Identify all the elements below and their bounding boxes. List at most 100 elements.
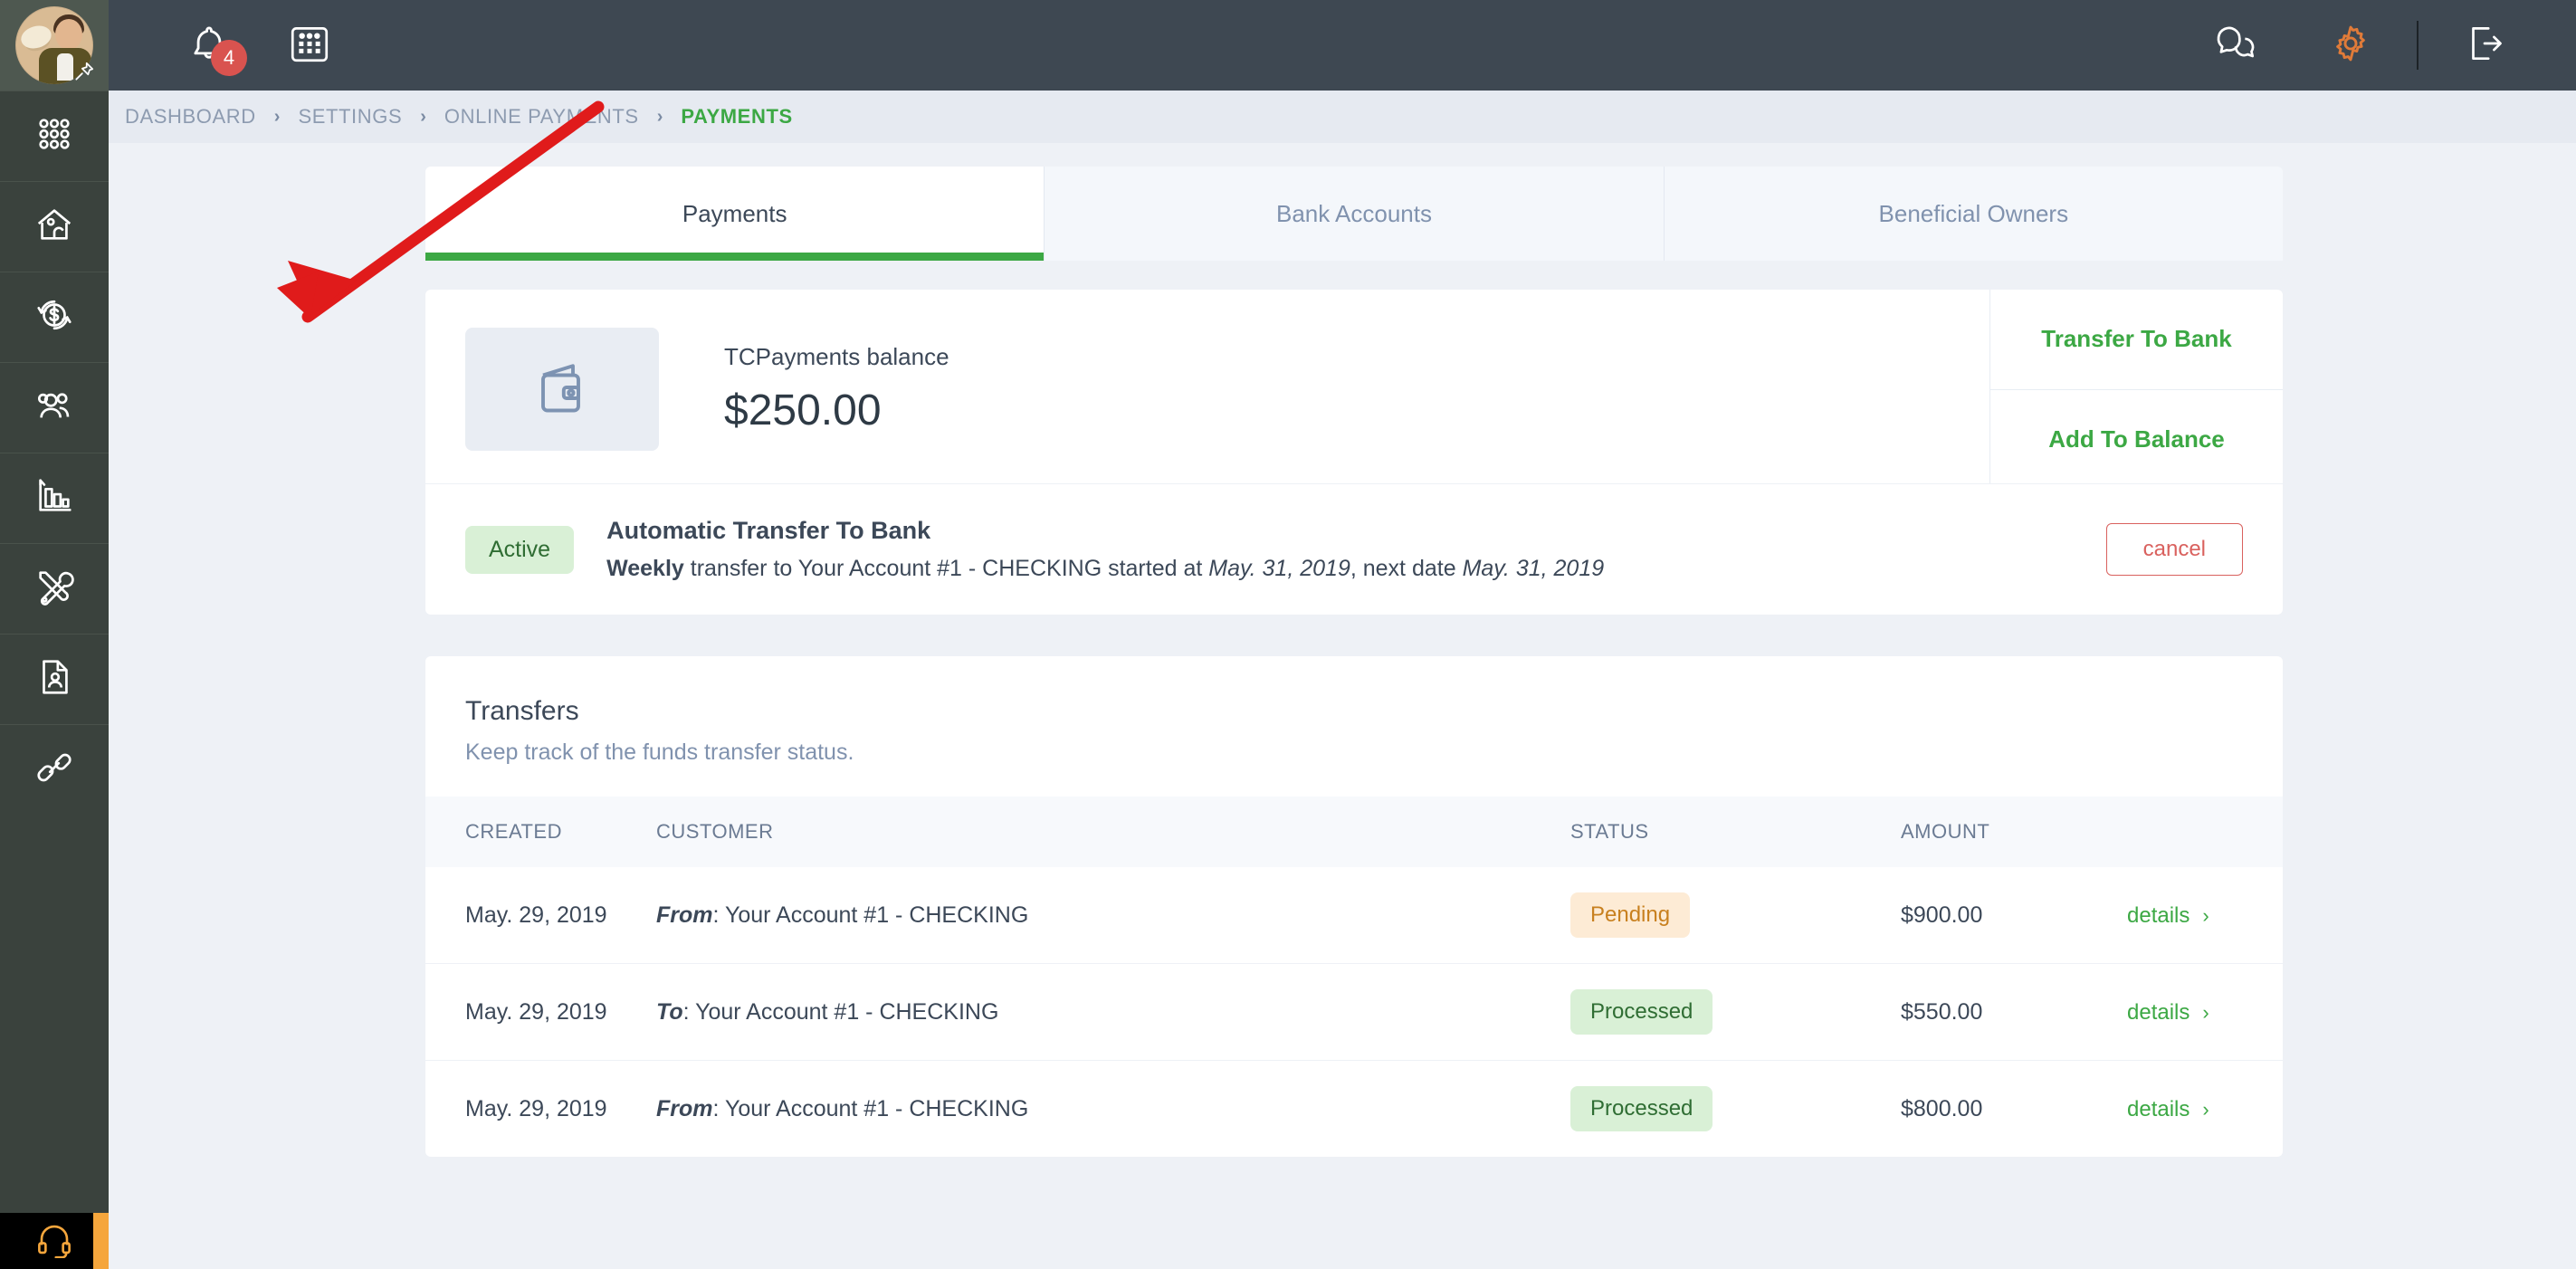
- breadcrumb-item-settings[interactable]: SETTINGS: [298, 105, 402, 129]
- status-badge: Pending: [1570, 892, 1691, 938]
- transfer-direction: From: [656, 902, 713, 928]
- users-icon: [33, 385, 75, 431]
- details-link[interactable]: details ›: [2127, 1097, 2209, 1122]
- gear-icon: [2328, 21, 2373, 71]
- column-header-status: STATUS: [1570, 820, 1649, 843]
- cell-amount: $550.00: [1901, 963, 2127, 1061]
- automatic-transfer-row: Active Automatic Transfer To Bank Weekly…: [425, 483, 2283, 615]
- tab-bank-accounts[interactable]: Bank Accounts: [1045, 167, 1665, 261]
- breadcrumb-item-payments: PAYMENTS: [681, 105, 793, 128]
- details-label: details: [2127, 999, 2190, 1025]
- link-chain-icon: [33, 747, 75, 793]
- table-row: May. 29, 2019 From: Your Account #1 - CHE…: [425, 867, 2283, 964]
- home-icon: [33, 204, 75, 250]
- transfers-subtitle: Keep track of the funds transfer status.: [465, 739, 854, 765]
- balance-amount: $250.00: [724, 386, 882, 434]
- document-user-icon: [33, 656, 75, 702]
- balance-actions: Transfer To Bank Add To Balance: [1989, 290, 2283, 489]
- transfer-desc-part2: , next date: [1350, 556, 1463, 581]
- status-badge-active: Active: [465, 525, 575, 574]
- transfer-direction: From: [656, 1095, 713, 1121]
- notifications-button[interactable]: 4: [186, 22, 247, 76]
- details-label: details: [2127, 902, 2190, 928]
- refund-dollar-icon: [33, 294, 75, 340]
- details-label: details: [2127, 1096, 2190, 1121]
- transfer-next-date: May. 31, 2019: [1462, 556, 1605, 581]
- left-sidebar: [0, 0, 109, 1269]
- tab-bank-accounts-label: Bank Accounts: [1275, 199, 1432, 227]
- details-link[interactable]: details ›: [2127, 903, 2209, 929]
- cell-status: Processed: [1570, 1061, 1901, 1158]
- tab-payments[interactable]: Payments: [425, 167, 1045, 261]
- topbar-divider: [2417, 21, 2419, 70]
- column-header-amount: AMOUNT: [1901, 820, 1990, 843]
- logout-icon: [2462, 21, 2507, 71]
- cell-details: details ›: [2127, 963, 2283, 1061]
- main-content: Payments Bank Accounts Beneficial Owners: [109, 143, 2576, 1269]
- cell-created: May. 29, 2019: [425, 963, 656, 1061]
- breadcrumb: DASHBOARD › SETTINGS › ONLINE PAYMENTS ›…: [109, 91, 2576, 143]
- add-to-balance-button[interactable]: Add To Balance: [1990, 390, 2283, 490]
- cancel-automatic-transfer-button[interactable]: cancel: [2105, 523, 2243, 576]
- column-header-details: [2127, 797, 2283, 867]
- sidebar-item-home[interactable]: [0, 181, 109, 272]
- balance-summary: TCPayments balance $250.00: [425, 290, 1989, 489]
- pushpin-icon[interactable]: [72, 60, 96, 83]
- cell-customer: From: Your Account #1 - CHECKING: [656, 867, 1570, 964]
- notification-count-badge: 4: [211, 40, 247, 76]
- column-header-customer: CUSTOMER: [656, 820, 774, 843]
- breadcrumb-item-online-payments[interactable]: ONLINE PAYMENTS: [444, 105, 639, 129]
- status-badge: Processed: [1570, 1086, 1713, 1131]
- chevron-right-icon: ›: [2202, 1097, 2209, 1121]
- sidebar-item-links[interactable]: [0, 724, 109, 815]
- breadcrumb-separator: ›: [273, 106, 281, 127]
- chat-bubbles-icon: [2214, 21, 2259, 71]
- cell-created: May. 29, 2019: [465, 1095, 607, 1121]
- sidebar-item-payments[interactable]: [0, 272, 109, 362]
- transfers-table-body: May. 29, 2019 From: Your Account #1 - CHE…: [425, 867, 2283, 1157]
- tab-beneficial-owners[interactable]: Beneficial Owners: [1665, 167, 2283, 261]
- status-badge: Processed: [1570, 989, 1713, 1035]
- sidebar-item-documents[interactable]: [0, 634, 109, 724]
- transfers-title: Transfers: [465, 696, 579, 726]
- table-row: May. 29, 2019 To: Your Account #1 - CHECK…: [425, 963, 2283, 1061]
- cell-status: Processed: [1570, 963, 1901, 1061]
- breadcrumb-separator: ›: [420, 106, 426, 127]
- cell-customer: From: Your Account #1 - CHECKING: [656, 1061, 1570, 1158]
- sidebar-item-reports[interactable]: [0, 453, 109, 543]
- cell-amount: $800.00: [1901, 1095, 1983, 1121]
- cell-details: details ›: [2127, 1061, 2283, 1158]
- balance-card: TCPayments balance $250.00 Transfer To B…: [425, 290, 2283, 489]
- automatic-transfer-title: Automatic Transfer To Bank: [606, 517, 931, 544]
- details-link[interactable]: details ›: [2127, 1000, 2209, 1026]
- support-button[interactable]: [0, 1213, 109, 1269]
- transfers-card: Transfers Keep track of the funds transf…: [425, 656, 2283, 1157]
- bar-chart-icon: [33, 475, 75, 521]
- sidebar-item-tools[interactable]: [0, 543, 109, 634]
- avatar-block[interactable]: [0, 0, 109, 91]
- transfer-to-bank-button[interactable]: Transfer To Bank: [1990, 290, 2283, 390]
- settings-button[interactable]: [2326, 21, 2375, 70]
- sidebar-item-customers[interactable]: [0, 362, 109, 453]
- wallet-icon: [530, 355, 595, 425]
- cell-customer: To: Your Account #1 - CHECKING: [656, 963, 1570, 1061]
- tab-payments-label: Payments: [682, 199, 787, 227]
- logout-button[interactable]: [2460, 21, 2509, 70]
- breadcrumb-separator: ›: [656, 106, 663, 127]
- tab-beneficial-owners-label: Beneficial Owners: [1878, 199, 2069, 227]
- chat-button[interactable]: [2212, 21, 2261, 70]
- cell-created: May. 29, 2019: [425, 867, 656, 964]
- transfer-frequency: Weekly: [606, 556, 684, 581]
- automatic-transfer-description: Weekly transfer to Your Account #1 - CHE…: [606, 556, 2106, 582]
- support-accent-bar: [93, 1213, 109, 1269]
- transfer-account: : Your Account #1 - CHECKING: [682, 998, 999, 1025]
- transfer-desc-part1: transfer to Your Account #1 - CHECKING s…: [683, 556, 1209, 581]
- apps-grid-icon: [33, 113, 75, 159]
- chevron-right-icon: ›: [2202, 903, 2209, 927]
- calendar-button[interactable]: [287, 21, 332, 71]
- transfer-direction: To: [656, 998, 683, 1025]
- transfers-header: Transfers Keep track of the funds transf…: [425, 656, 2283, 797]
- breadcrumb-item-dashboard[interactable]: DASHBOARD: [125, 105, 256, 129]
- table-header-row: CREATED CUSTOMER STATUS AMOUNT: [425, 797, 2283, 867]
- sidebar-item-apps[interactable]: [0, 91, 109, 181]
